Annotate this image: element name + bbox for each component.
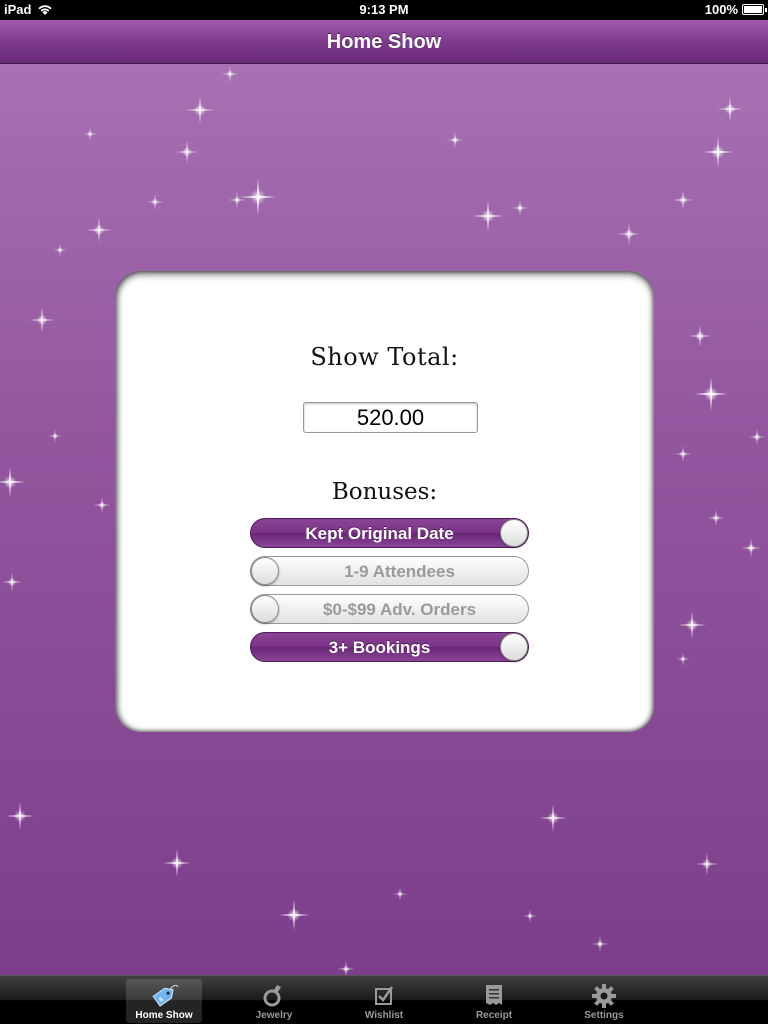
show-total-label: Show Total: [310,343,459,371]
tab-wishlist[interactable]: Wishlist [346,979,422,1023]
tab-label: Jewelry [255,1010,293,1021]
page-title: Home Show [326,31,442,53]
show-card: Show Total: 520.00 Bonuses: Kept Origina… [115,271,654,732]
gear-icon [592,984,616,1008]
bonus-toggle-label: 1-9 Attendees [344,562,455,581]
main-background: Show Total: 520.00 Bonuses: Kept Origina… [0,64,768,975]
toggle-knob[interactable] [500,633,528,661]
tab-receipt[interactable]: Receipt [456,979,532,1023]
ring-icon [263,985,281,1007]
checkbox-icon [375,986,394,1005]
tab-jewelry[interactable]: Jewelry [236,979,312,1023]
price-tag-icon: $ [152,984,179,1007]
tab-label: Receipt [475,1010,513,1021]
tab-settings[interactable]: Settings [566,979,642,1023]
bonus-toggle-attendees[interactable]: 1-9 Attendees [250,556,529,586]
receipt-icon [486,985,502,1005]
show-total-field[interactable]: 520.00 [303,402,478,433]
battery-icon [742,4,767,15]
tab-bar: $ Home Show Jewelry Wishlist Receipt Set… [0,975,768,1024]
bonus-toggle-bookings[interactable]: 3+ Bookings [250,632,529,662]
bonus-toggle-kept-original-date[interactable]: Kept Original Date [250,518,529,548]
tab-label: Settings [584,1010,624,1021]
status-bar: iPad 9:13 PM 100% [0,0,768,20]
status-time: 9:13 PM [359,2,409,17]
nav-bar: Home Show [0,20,768,64]
bonus-toggle-label: $0-$99 Adv. Orders [322,600,477,619]
bonus-toggle-label: Kept Original Date [305,524,454,543]
toggle-knob[interactable] [251,595,279,623]
tab-label: Home Show [135,1010,193,1021]
tab-home-show[interactable]: $ Home Show [126,979,202,1023]
bonus-toggle-adv-orders[interactable]: $0-$99 Adv. Orders [250,594,529,624]
battery-percent: 100% [704,2,738,17]
toggle-knob[interactable] [251,557,279,585]
toggle-knob[interactable] [500,519,528,547]
bonus-toggle-label: 3+ Bookings [328,638,431,657]
bonuses-label: Bonuses: [331,479,438,505]
tab-label: Wishlist [364,1010,404,1021]
